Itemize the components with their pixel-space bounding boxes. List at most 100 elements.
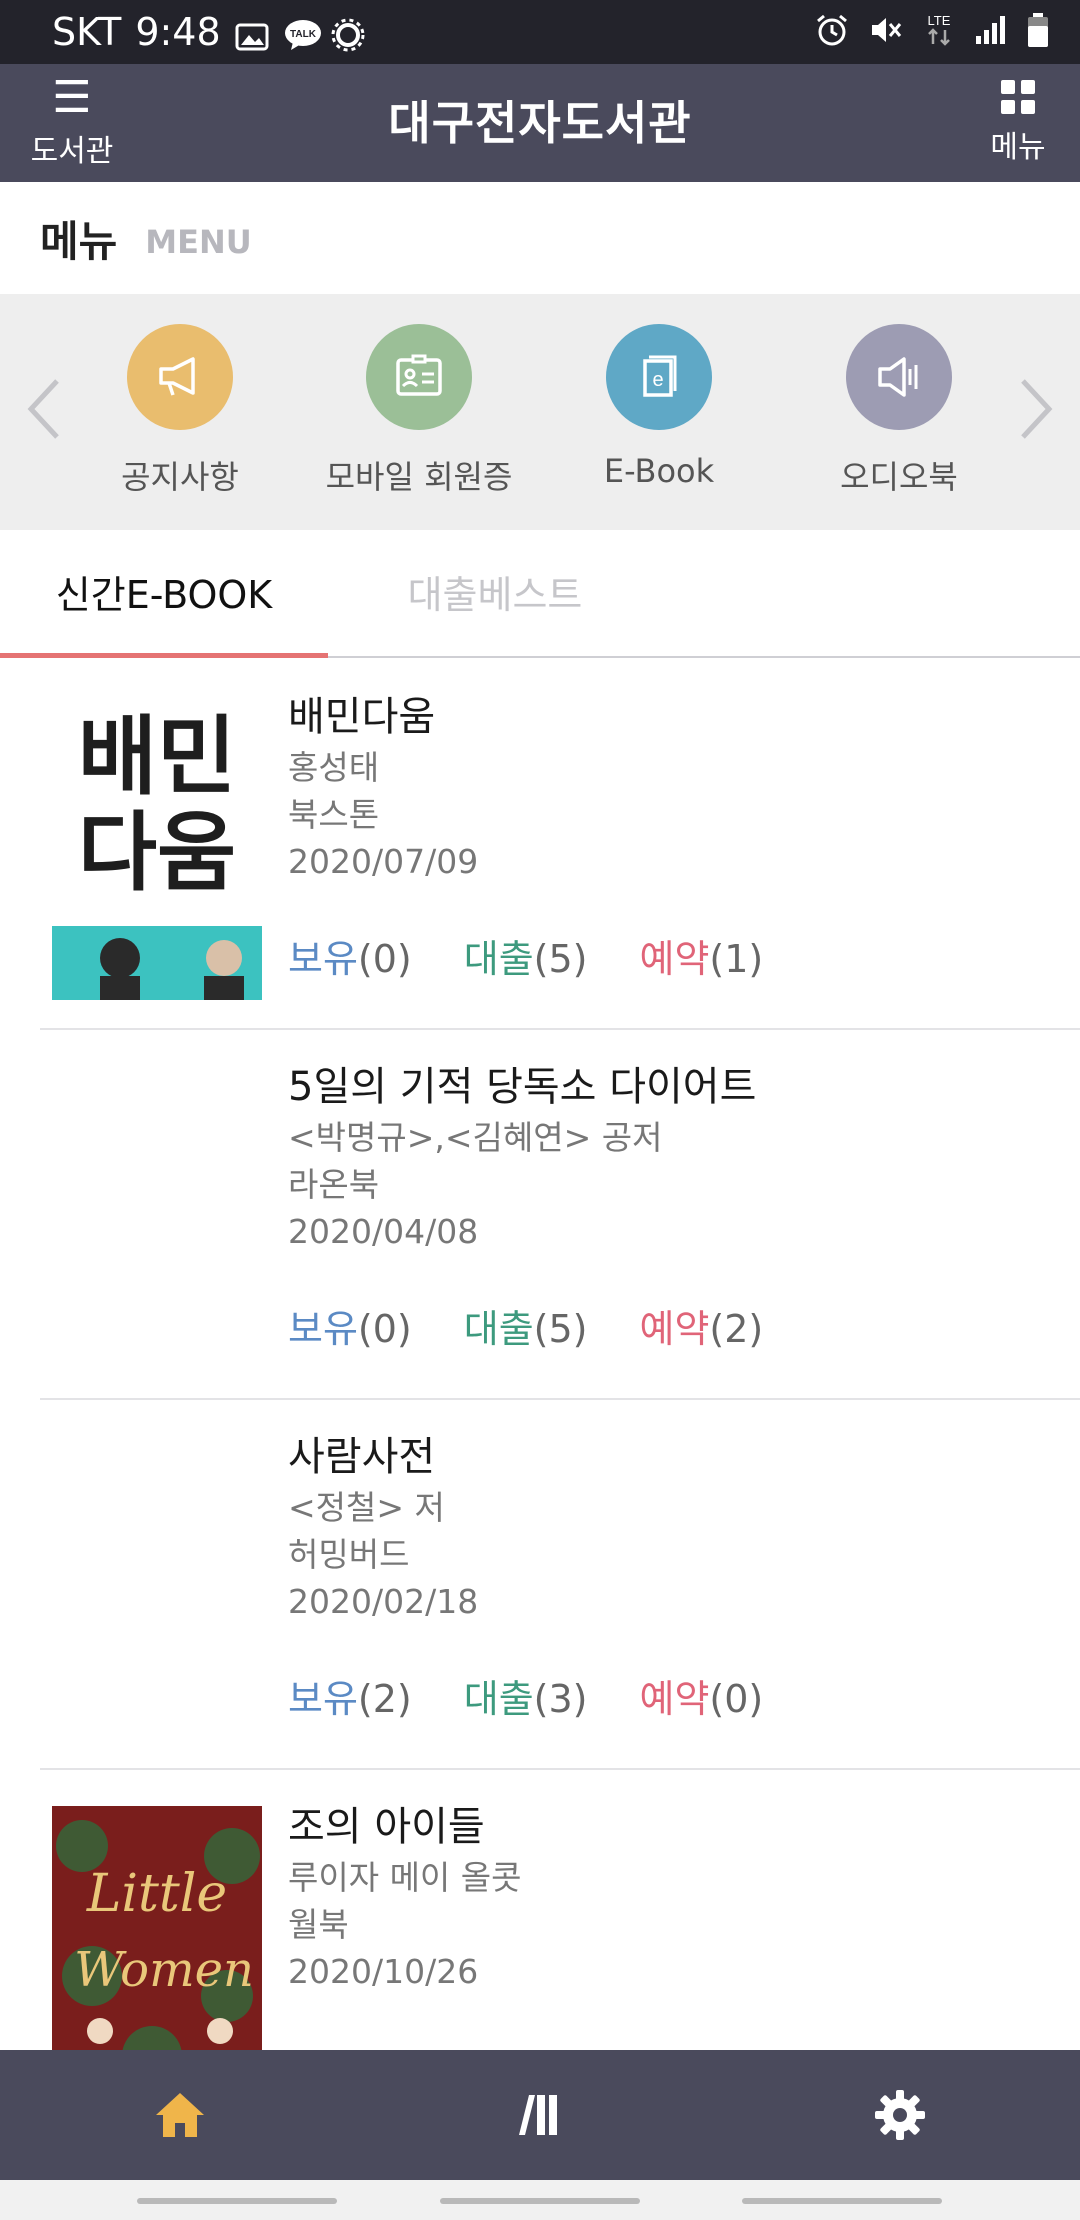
book-cover-text-top: Little <box>86 1864 227 1924</box>
book-author: 홍성태 <box>288 748 380 787</box>
holdings-count: 보유(2) <box>288 1668 412 1723</box>
book-author: <정철> 저 <box>288 1488 445 1527</box>
book-title[interactable]: 조의 아이들 <box>288 1800 522 1854</box>
chevron-left-icon <box>27 379 59 439</box>
hamburger-icon: ☰ <box>52 72 92 123</box>
loans-label: 대출 <box>463 1677 534 1721</box>
loans-count: 대출(5) <box>464 928 588 983</box>
tab-new-ebook[interactable]: 신간E-BOOK <box>0 530 328 656</box>
book-publisher: 허밍버드 <box>288 1535 410 1574</box>
page-title: 대구전자도서관 <box>388 96 692 150</box>
status-bar: SKT 9:48 TALK LTE <box>0 0 1080 64</box>
book-publisher: 북스톤 <box>288 795 380 834</box>
carousel-next-button[interactable] <box>1012 374 1062 444</box>
carousel-prev-button[interactable] <box>18 374 68 444</box>
loans-value: (5) <box>533 1307 588 1351</box>
system-back-pill[interactable] <box>742 2198 942 2204</box>
book-item[interactable]: 5일의 기적 당독소 다이어트 <박명규>,<김혜연> 공저 라온북 2020/… <box>40 1030 1080 1400</box>
bottom-nav <box>0 2050 1080 2180</box>
reservations-label: 예약 <box>639 1677 710 1721</box>
book-counts: 보유(0) 대출(5) 예약(2) <box>288 1298 763 1353</box>
book-title[interactable]: 5일의 기적 당독소 다이어트 <box>288 1060 756 1114</box>
lte-label: LTE <box>928 13 951 28</box>
quick-item-member-card-circle <box>366 324 472 430</box>
image-icon <box>235 17 269 51</box>
loans-value: (3) <box>533 1677 588 1721</box>
member-card-icon <box>396 354 442 396</box>
system-navigation-bar <box>0 2180 1080 2220</box>
quick-item-ebook-circle: e <box>606 324 712 430</box>
book-cover-image: Little Women <box>52 1806 262 2050</box>
library-menu-button[interactable]: ☰ 도서관 <box>22 64 122 182</box>
loans-count: 대출(5) <box>464 1298 588 1353</box>
quick-item-audiobook[interactable]: 오디오북 <box>789 324 1009 498</box>
talk-badge-text: TALK <box>290 29 317 40</box>
loans-count: 대출(3) <box>464 1668 588 1723</box>
nav-library-button[interactable] <box>360 2050 720 2180</box>
book-author: 루이자 메이 올콧 <box>288 1858 522 1897</box>
book-title[interactable]: 사람사전 <box>288 1430 478 1484</box>
holdings-value: (2) <box>357 1677 412 1721</box>
book-cover-text-bottom: Women <box>74 1942 254 1998</box>
book-info: 조의 아이들 루이자 메이 올콧 월북 2020/10/26 <box>288 1800 522 1995</box>
quick-item-member-card-label: 모바일 회원증 <box>325 458 513 496</box>
holdings-label: 보유 <box>288 937 358 981</box>
holdings-value: (0) <box>357 937 412 981</box>
menu-subtitle: MENU <box>145 223 252 261</box>
lte-icon: LTE <box>922 12 956 52</box>
nav-settings-button[interactable] <box>720 2050 1080 2180</box>
loans-label: 대출 <box>463 937 534 981</box>
book-item[interactable]: Little Women 조의 아이들 루이자 메이 올콧 월북 2020/10… <box>40 1770 1080 2050</box>
reservations-count: 예약(0) <box>640 1668 764 1723</box>
reservations-label: 예약 <box>639 937 710 981</box>
book-publisher: 월북 <box>288 1905 349 1944</box>
book-info: 사람사전 <정철> 저 허밍버드 2020/02/18 <box>288 1430 478 1625</box>
book-date: 2020/10/26 <box>288 1952 479 1991</box>
reservations-count: 예약(2) <box>640 1298 764 1353</box>
svg-text:e: e <box>652 369 663 391</box>
app-header: 대구전자도서관 ☰ 도서관 메뉴 <box>0 64 1080 182</box>
gear-icon <box>875 2090 925 2140</box>
quick-item-audiobook-label: 오디오북 <box>840 458 958 496</box>
carrier-label: SKT <box>52 10 122 54</box>
menu-grid-button[interactable]: 메뉴 <box>978 64 1058 182</box>
active-tab-indicator <box>0 653 328 658</box>
reservations-value: (1) <box>709 937 764 981</box>
book-title[interactable]: 배민다움 <box>288 690 478 744</box>
grid-icon <box>1001 80 1035 114</box>
book-tabs: 신간E-BOOK 대출베스트 <box>0 530 1080 658</box>
book-counts: 보유(2) 대출(3) 예약(0) <box>288 1668 763 1723</box>
nav-home-button[interactable] <box>0 2050 360 2180</box>
book-info: 배민다움 홍성태 북스톤 2020/07/09 <box>288 690 478 885</box>
quick-item-notice-label: 공지사항 <box>121 458 239 496</box>
quick-item-ebook[interactable]: e E-Book <box>549 324 769 490</box>
quick-item-notice[interactable]: 공지사항 <box>70 324 290 498</box>
holdings-label: 보유 <box>288 1677 358 1721</box>
alarm-icon <box>814 13 850 51</box>
signal-icon <box>974 14 1008 50</box>
clock: 9:48 <box>135 10 221 54</box>
book-item[interactable]: 사람사전 <정철> 저 허밍버드 2020/02/18 보유(2) 대출(3) … <box>40 1400 1080 1770</box>
book-author: <박명규>,<김혜연> 공저 <box>288 1118 663 1157</box>
book-counts: 보유(0) 대출(5) 예약(1) <box>288 928 763 983</box>
system-recent-pill[interactable] <box>137 2198 337 2204</box>
quick-item-ebook-label: E-Book <box>603 452 715 490</box>
battery-icon <box>1026 12 1050 52</box>
reservations-label: 예약 <box>639 1307 710 1351</box>
library-icon <box>519 2095 557 2135</box>
chevron-right-icon <box>1021 379 1053 439</box>
reservations-count: 예약(1) <box>640 928 764 983</box>
reservations-value: (0) <box>709 1677 764 1721</box>
quick-item-member-card[interactable]: 모바일 회원증 <box>309 324 529 498</box>
loans-label: 대출 <box>463 1307 534 1351</box>
book-date: 2020/02/18 <box>288 1582 479 1621</box>
loans-value: (5) <box>533 937 588 981</box>
book-cover-text-bottom: 다움 <box>78 803 236 903</box>
talk-icon: TALK <box>283 17 321 50</box>
tab-loan-best[interactable]: 대출베스트 <box>380 530 610 656</box>
book-item[interactable]: 배민 다움 배민다움 홍성태 북스톤 2020/07/09 보유(0) 대출(5… <box>40 660 1080 1030</box>
menu-section-heading: 메뉴 MENU <box>0 182 1080 294</box>
speaker-icon <box>878 357 918 397</box>
system-home-pill[interactable] <box>440 2198 640 2204</box>
holdings-value: (0) <box>357 1307 412 1351</box>
